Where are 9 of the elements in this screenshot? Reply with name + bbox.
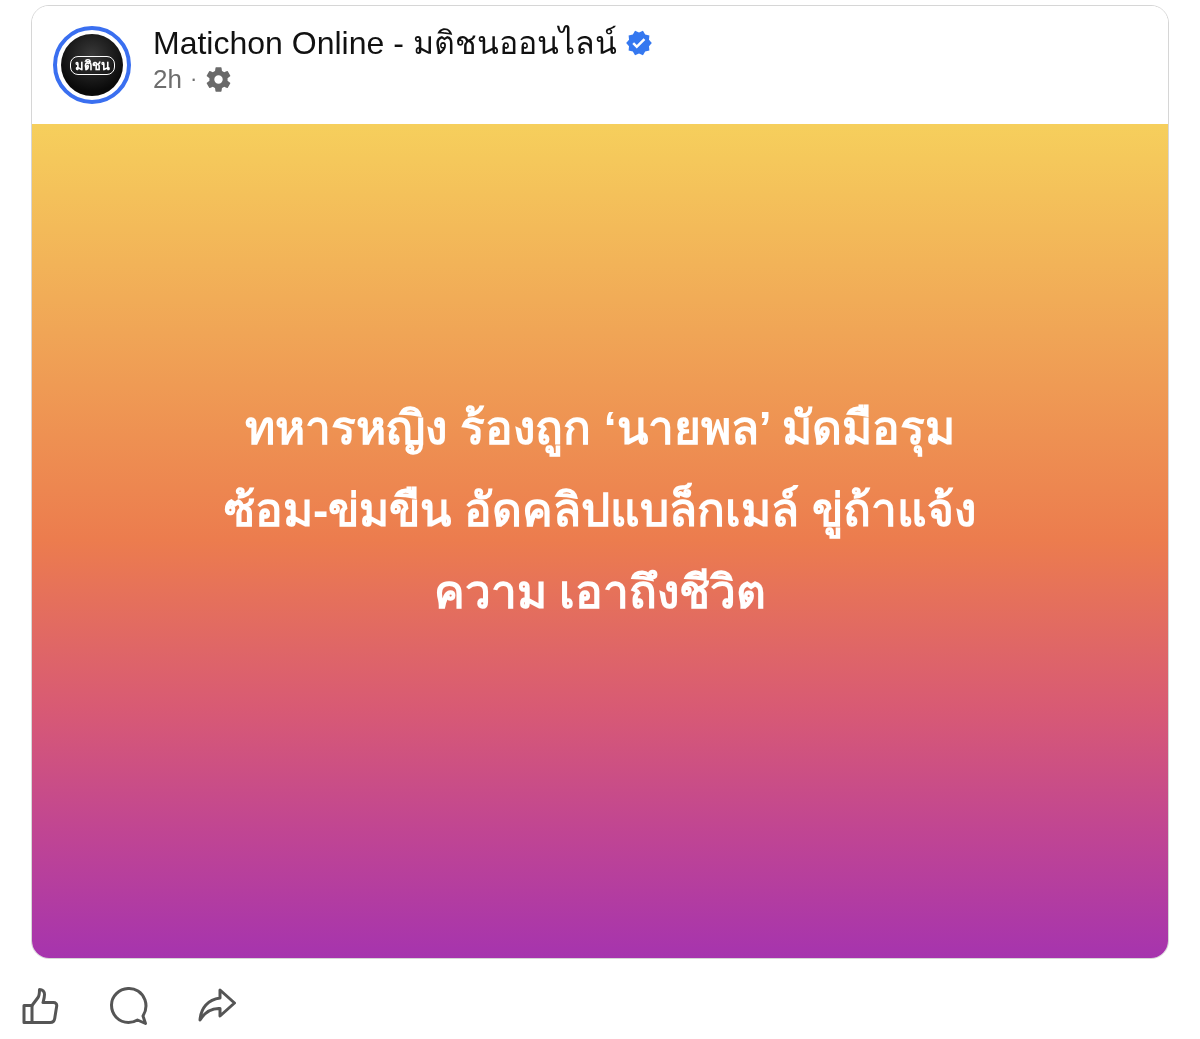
separator-dot: · bbox=[189, 65, 198, 93]
thumbs-up-icon[interactable] bbox=[21, 986, 61, 1026]
speech-bubble-icon[interactable] bbox=[109, 986, 149, 1026]
post-headline: ทหารหญิง ร้องถูก ‘นายพล’ มัดมือรุม ซ้อม-ข่มขืน อัดคลิปแบล็กเมล์ ขู่ถ้าแจ้ง ความ เอาถึงชีวิต bbox=[224, 401, 976, 620]
page-avatar[interactable]: มติชน bbox=[53, 26, 131, 104]
post-time[interactable]: 2h bbox=[153, 63, 182, 95]
page-name-link[interactable]: Matichon Online - มติชนออนไลน์ bbox=[153, 23, 617, 63]
avatar-logo-text: มติชน bbox=[69, 55, 115, 75]
settings-icon[interactable] bbox=[205, 65, 233, 93]
